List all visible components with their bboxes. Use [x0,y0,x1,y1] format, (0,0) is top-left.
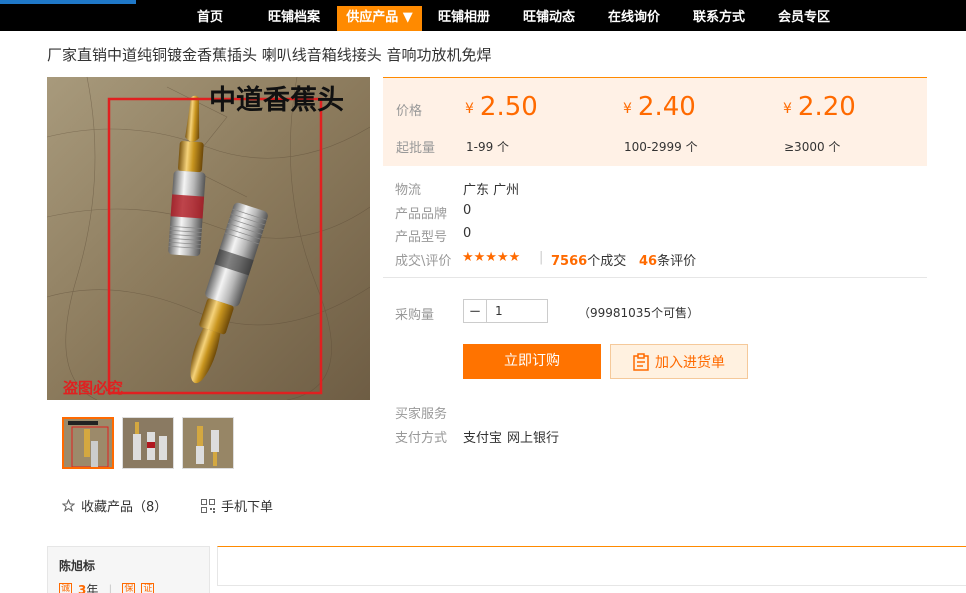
rating-stars: ★★★★★ [462,250,521,265]
product-photo: 中道香蕉头 盗图必究 [47,77,370,400]
seller-name[interactable]: 陈旭标 [59,557,95,574]
purchase-qty-label: 采购量 [395,308,435,323]
payment-online-bank: 网上银行 [507,431,560,446]
buy-now-button[interactable]: 立即订购 [463,344,601,379]
quantity-input[interactable] [487,300,547,322]
price-tier-2: ¥2.40 [623,92,696,122]
payment-label: 支付方式 [395,431,448,446]
divider [383,277,927,278]
thumbnail-1[interactable] [62,417,114,469]
price-panel: 价格 起批量 ¥2.50 ¥2.40 ¥2.20 1-99 个 100-2999… [383,77,927,166]
image-overlay-text: 中道香蕉头 [209,84,344,116]
star-outline-icon [62,499,75,512]
qty-tier-2: 100-2999 个 [624,140,698,154]
qty-tier-1: 1-99 个 [466,140,510,154]
detail-tabs-bar [217,546,966,586]
quantity-stepper: − [463,299,548,323]
main-product-image[interactable]: 中道香蕉头 盗图必究 [47,77,370,400]
model-label: 产品型号 [395,230,448,245]
brand-label: 产品品牌 [395,207,448,222]
thumbnail-2[interactable] [122,417,174,469]
top-nav: 首页 旺铺档案 供应产品 ▼ 旺铺相册 旺铺动态 在线询价 联系方式 会员专区 [0,0,966,31]
nav-item-news[interactable]: 旺铺动态 [513,6,585,30]
favorite-label: 收藏产品（8） [81,500,168,515]
qr-code-icon [201,498,215,513]
model-value: 0 [463,226,472,241]
minus-icon[interactable]: − [464,300,487,322]
payment-alipay: 支付宝 [463,431,503,446]
product-title: 厂家直销中道纯铜镀金香蕉插头 喇叭线音箱线接头 音响功放机免焊 [47,46,492,64]
watermark-text: 盗图必究 [63,379,123,397]
moq-label: 起批量 [396,141,436,156]
guarantee-badge-icon: 保 [122,583,136,593]
mobile-order-label: 手机下单 [221,500,274,515]
add-to-cart-label: 加入进货单 [655,354,725,371]
price-tier-1: ¥2.50 [465,92,538,122]
nav-item-contact[interactable]: 联系方式 [683,6,755,30]
mobile-order-button[interactable]: 手机下单 [201,496,273,515]
rating-divider: | [539,250,544,265]
seller-card: 陈旭标 诚 3年 | 保 证 [47,546,210,593]
nav-item-inquiry[interactable]: 在线询价 [598,6,670,30]
integrity-badge-icon: 诚 [59,583,72,593]
nav-item-album[interactable]: 旺铺相册 [428,6,500,30]
clipboard-icon [633,352,649,371]
brand-value: 0 [463,203,472,218]
nav-item-home[interactable]: 首页 [181,6,239,30]
deals-count[interactable]: 7566个成交 [551,250,626,269]
nav-item-members[interactable]: 会员专区 [768,6,840,30]
price-tier-3: ¥2.20 [783,92,856,122]
logistics-label: 物流 [395,183,422,198]
nav-item-products[interactable]: 供应产品 ▼ [337,6,422,31]
buyer-service-label: 买家服务 [395,407,448,422]
seller-years: 诚 3年 | 保 证 [59,581,160,593]
logistics-value: 广东 广州 [463,183,520,198]
nav-accent-bar [0,0,136,4]
price-label: 价格 [396,104,423,119]
trade-label: 成交\评价 [395,254,452,269]
nav-item-profile[interactable]: 旺铺档案 [258,6,330,30]
favorite-product-button[interactable]: 收藏产品（8） [62,496,167,515]
certified-badge-icon: 证 [141,583,155,593]
thumbnail-3[interactable] [182,417,234,469]
add-to-cart-button[interactable]: 加入进货单 [610,344,748,379]
stock-available: （99981035个可售） [578,306,700,320]
reviews-count[interactable]: 46条评价 [639,250,696,269]
qty-tier-3: ≥3000 个 [784,140,841,154]
